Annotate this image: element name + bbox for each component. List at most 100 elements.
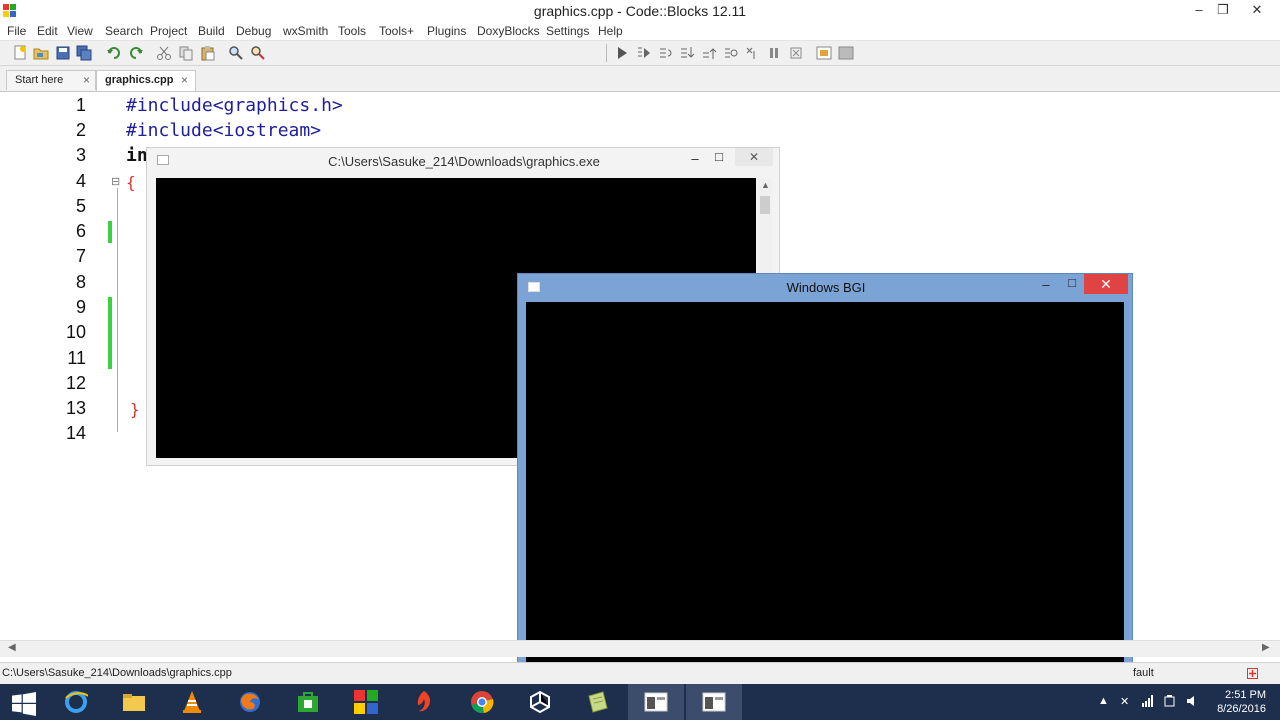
undo-icon[interactable] bbox=[106, 45, 122, 61]
bgi-maximize-button[interactable]: □ bbox=[1062, 275, 1082, 290]
line-number: 8 bbox=[75, 272, 86, 292]
tray-flag-icon[interactable]: ✕ bbox=[1120, 695, 1132, 708]
status-bar: C:\Users\Sasuke_214\Downloads\graphics.c… bbox=[0, 662, 1280, 685]
menu-view[interactable]: View bbox=[67, 24, 93, 38]
codeblocks-icon bbox=[354, 690, 378, 714]
menu-search[interactable]: Search bbox=[105, 24, 143, 38]
various-info-icon[interactable] bbox=[838, 45, 854, 61]
editor-horizontal-scrollbar[interactable]: ◀ ▶ bbox=[0, 640, 1280, 657]
new-file-icon[interactable] bbox=[12, 45, 28, 61]
scroll-left-icon[interactable]: ◀ bbox=[8, 642, 16, 653]
next-instruction-icon[interactable] bbox=[723, 45, 739, 61]
line-number: 14 bbox=[65, 423, 86, 443]
line-number: 3 bbox=[75, 145, 86, 165]
line-number: 6 bbox=[75, 221, 86, 241]
redo-icon[interactable] bbox=[128, 45, 144, 61]
menu-file[interactable]: File bbox=[7, 24, 26, 38]
tray-overflow-icon[interactable]: ▲ bbox=[1098, 695, 1110, 707]
tab-close-icon[interactable]: × bbox=[83, 73, 90, 87]
menu-edit[interactable]: Edit bbox=[37, 24, 58, 38]
console-maximize-button[interactable]: □ bbox=[709, 149, 729, 164]
tab-graphics-cpp[interactable]: graphics.cpp × bbox=[96, 70, 196, 91]
menu-debug[interactable]: Debug bbox=[236, 24, 271, 38]
debug-run-icon[interactable] bbox=[614, 45, 630, 61]
step-into-icon[interactable] bbox=[679, 45, 695, 61]
taskbar-firefox[interactable] bbox=[222, 684, 278, 720]
save-all-icon[interactable] bbox=[76, 45, 92, 61]
paste-icon[interactable] bbox=[200, 45, 216, 61]
step-out-icon[interactable] bbox=[701, 45, 717, 61]
menu-build[interactable]: Build bbox=[198, 24, 225, 38]
bgi-window[interactable]: Windows BGI – □ ✕ bbox=[517, 273, 1133, 691]
taskbar-internet-explorer[interactable] bbox=[48, 684, 104, 720]
open-icon[interactable] bbox=[33, 45, 49, 61]
taskbar-clock[interactable]: 2:51 PM 8/26/2016 bbox=[1217, 688, 1266, 716]
menu-settings[interactable]: Settings bbox=[546, 24, 589, 38]
menu-tools[interactable]: Tools bbox=[338, 24, 366, 38]
scroll-up-icon[interactable]: ▲ bbox=[761, 180, 770, 190]
console-minimize-button[interactable]: – bbox=[685, 151, 705, 166]
close-button[interactable]: ✕ bbox=[1242, 0, 1272, 22]
code-line-1: #include<graphics.h> bbox=[126, 95, 343, 116]
open-brace: { bbox=[126, 173, 136, 192]
step-instruction-icon[interactable] bbox=[744, 45, 760, 61]
taskbar-unity[interactable] bbox=[512, 684, 568, 720]
notepad-icon bbox=[586, 690, 610, 714]
browser-icon bbox=[412, 690, 436, 714]
stop-debug-icon[interactable] bbox=[788, 45, 804, 61]
copy-icon[interactable] bbox=[178, 45, 194, 61]
taskbar-file-explorer[interactable] bbox=[106, 684, 162, 720]
file-explorer-icon bbox=[122, 690, 146, 714]
tab-close-icon[interactable]: × bbox=[181, 73, 188, 87]
clock-time: 2:51 PM bbox=[1225, 689, 1266, 701]
fold-marker-icon[interactable]: ⊟ bbox=[111, 175, 120, 188]
line-number: 11 bbox=[67, 348, 86, 368]
break-icon[interactable] bbox=[766, 45, 782, 61]
taskbar-bgi-window[interactable] bbox=[686, 684, 742, 720]
line-number: 2 bbox=[75, 120, 86, 140]
line-number: 4 bbox=[75, 171, 86, 191]
debug-windows-icon[interactable] bbox=[816, 45, 832, 61]
line-number: 12 bbox=[65, 373, 86, 393]
taskbar-store[interactable] bbox=[280, 684, 336, 720]
menu-wxsmith[interactable]: wxSmith bbox=[283, 24, 328, 38]
taskbar-chrome[interactable] bbox=[454, 684, 510, 720]
clock-date: 8/26/2016 bbox=[1217, 703, 1266, 715]
save-icon[interactable] bbox=[55, 45, 71, 61]
start-button[interactable] bbox=[0, 684, 46, 720]
internet-explorer-icon bbox=[64, 690, 89, 714]
taskbar-codeblocks[interactable] bbox=[338, 684, 394, 720]
tab-label: graphics.cpp bbox=[105, 74, 174, 86]
line-number: 10 bbox=[65, 322, 86, 342]
run-to-cursor-icon[interactable] bbox=[636, 45, 652, 61]
tray-battery-icon[interactable] bbox=[1164, 695, 1176, 707]
taskbar-console-window[interactable] bbox=[628, 684, 684, 720]
taskbar-browser[interactable] bbox=[396, 684, 452, 720]
cut-icon[interactable] bbox=[156, 45, 172, 61]
unity-icon bbox=[528, 690, 552, 714]
replace-icon[interactable] bbox=[250, 45, 266, 61]
menu-plugins[interactable]: Plugins bbox=[427, 24, 466, 38]
menu-project[interactable]: Project bbox=[150, 24, 187, 38]
bgi-minimize-button[interactable]: – bbox=[1036, 277, 1056, 292]
window-title: graphics.cpp - Code::Blocks 12.11 bbox=[533, 3, 747, 19]
bgi-close-button[interactable]: ✕ bbox=[1084, 274, 1128, 294]
console-close-button[interactable]: ✕ bbox=[735, 148, 773, 166]
menu-help[interactable]: Help bbox=[598, 24, 623, 38]
scroll-thumb[interactable] bbox=[760, 196, 770, 214]
menu-tools-plus[interactable]: Tools+ bbox=[379, 24, 414, 38]
console-scrollbar[interactable]: ▲ bbox=[758, 178, 772, 278]
tray-network-icon[interactable] bbox=[1142, 695, 1154, 707]
find-icon[interactable] bbox=[228, 45, 244, 61]
restore-button[interactable]: ❐ bbox=[1208, 0, 1238, 22]
taskbar-vlc[interactable] bbox=[164, 684, 220, 720]
line-number: 1 bbox=[75, 95, 86, 115]
menu-doxyblocks[interactable]: DoxyBlocks bbox=[477, 24, 540, 38]
tray-volume-icon[interactable] bbox=[1186, 695, 1198, 707]
scroll-right-icon[interactable]: ▶ bbox=[1262, 642, 1270, 653]
taskbar-notepad[interactable] bbox=[570, 684, 626, 720]
status-encoding: fault bbox=[1133, 667, 1154, 679]
next-line-icon[interactable] bbox=[658, 45, 674, 61]
title-bar: graphics.cpp - Code::Blocks 12.11 – ❐ ✕ bbox=[0, 0, 1280, 22]
tab-start-here[interactable]: Start here × bbox=[6, 70, 96, 90]
